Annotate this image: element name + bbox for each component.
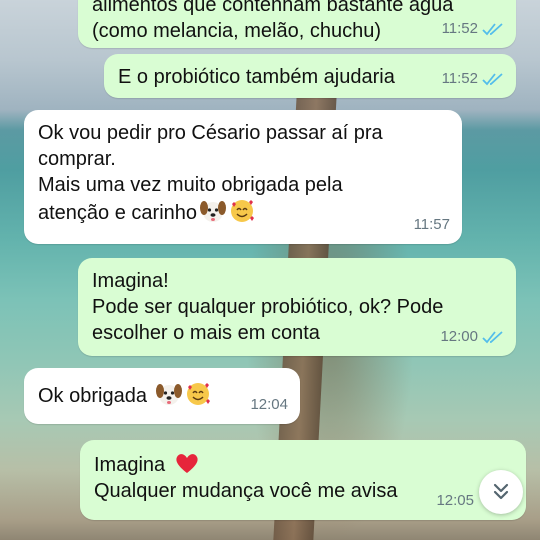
red-heart-emoji xyxy=(176,454,198,473)
double-chevron-down-icon xyxy=(493,483,509,500)
message-meta: 11:52 xyxy=(442,66,504,92)
message-time: 11:52 xyxy=(441,70,478,87)
dog-face-emoji xyxy=(155,384,182,405)
message-text-body: Ok obrigada xyxy=(38,385,147,407)
message-meta: 11:52 xyxy=(442,16,504,42)
message-meta: 12:00 xyxy=(440,324,504,350)
message-incoming[interactable]: Ok vou pedir pro Césario passar aí pra c… xyxy=(24,110,462,244)
message-text: Ok vou pedir pro Césario passar aí pra c… xyxy=(38,120,448,226)
message-time: 12:00 xyxy=(440,328,478,345)
message-time: 12:04 xyxy=(250,396,288,413)
message-time: 11:57 xyxy=(413,216,450,233)
message-outgoing[interactable]: E o probiótico também ajudaria 11:52 xyxy=(104,54,516,98)
double-check-icon xyxy=(482,73,503,86)
message-text-line1: Imagina xyxy=(94,454,166,476)
scroll-to-bottom-button[interactable] xyxy=(479,470,523,514)
message-incoming[interactable]: Ok obrigada 12:04 xyxy=(24,368,300,424)
message-meta: 11:57 xyxy=(414,212,450,238)
message-outgoing[interactable]: Imagina Qualquer mudança você me avisa 1… xyxy=(80,440,526,520)
message-meta: 12:05 xyxy=(436,488,474,514)
message-text: alimentos que contenham bastante água (c… xyxy=(92,0,454,42)
double-check-icon xyxy=(482,331,503,344)
dog-face-emoji xyxy=(200,201,227,222)
message-meta: 12:04 xyxy=(250,392,288,418)
message-text-line2: Qualquer mudança você me avisa xyxy=(94,480,398,502)
message-text: Ok obrigada xyxy=(38,381,286,409)
message-time: 12:05 xyxy=(436,492,474,509)
message-outgoing[interactable]: Imagina! Pode ser qualquer probiótico, o… xyxy=(78,258,516,356)
double-check-icon xyxy=(482,23,503,36)
smiling-face-with-hearts-emoji xyxy=(231,200,255,222)
message-time: 11:52 xyxy=(441,20,478,37)
message-outgoing[interactable]: alimentos que contenham bastante água (c… xyxy=(78,0,516,48)
smiling-face-with-hearts-emoji xyxy=(186,383,210,405)
